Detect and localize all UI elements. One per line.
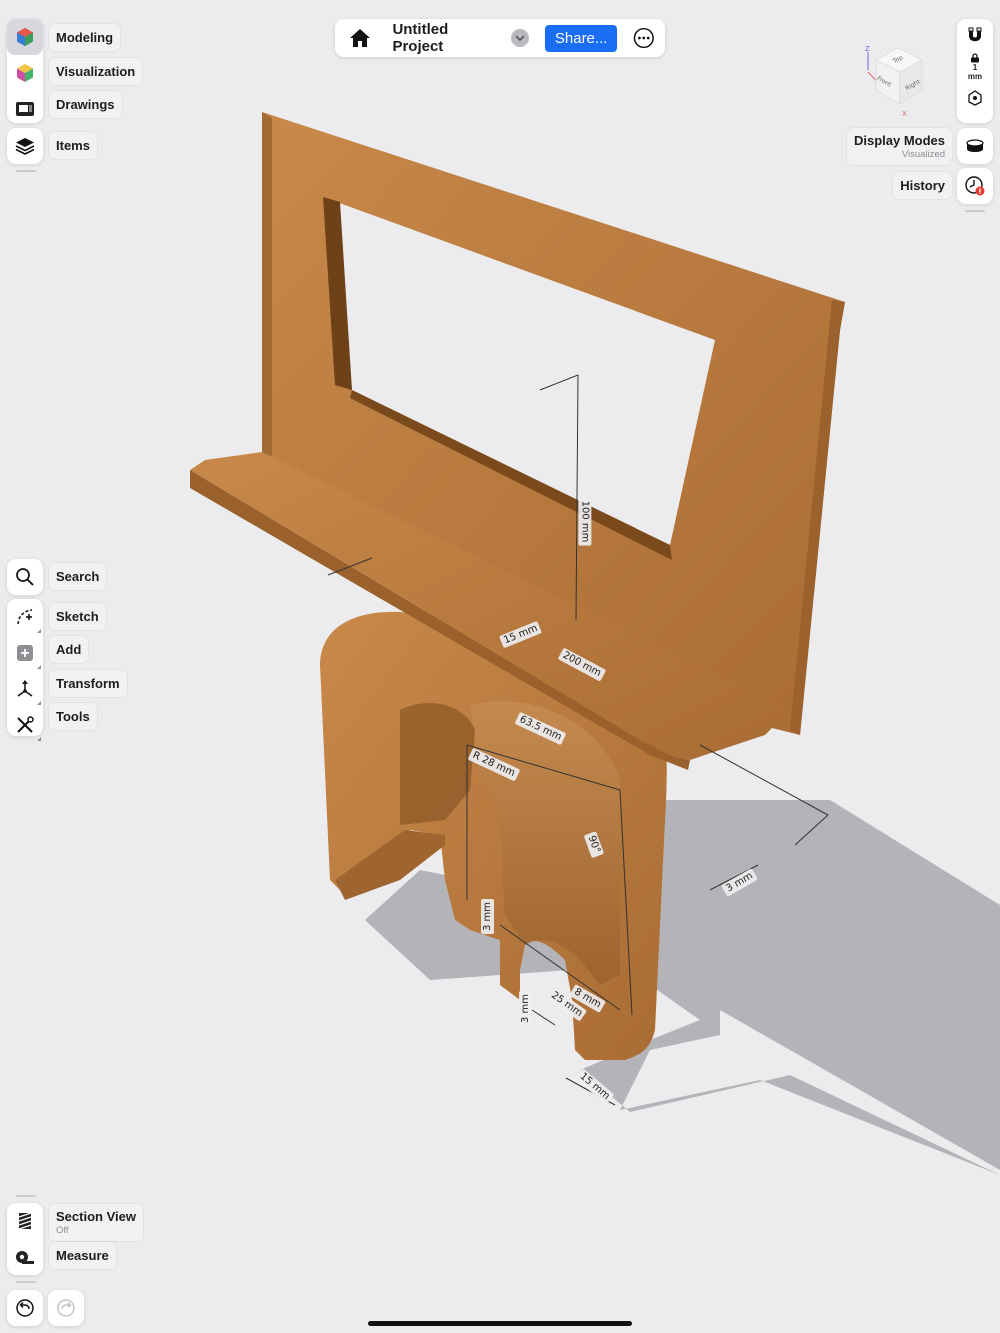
home-indicator [368,1321,632,1326]
chevron-down-icon [515,35,525,41]
transform-label[interactable]: Transform [49,670,127,697]
share-button[interactable]: Share... [544,24,618,52]
tape-measure-icon [16,1251,34,1264]
search-panel [7,559,43,595]
visualization-cube-icon [17,64,33,82]
dimension-label[interactable]: 100 mm [578,497,592,546]
workspace-switcher [7,19,43,123]
view-cube-axis-x: X [902,110,907,118]
left-divider [16,170,36,172]
view-cube-axis-z: Z [865,45,870,53]
section-view-status: Off [56,1225,69,1236]
snap-point-icon[interactable] [966,89,984,107]
history-label[interactable]: History [893,172,952,199]
history-clock-icon [965,176,985,196]
workspace-visualization-label[interactable]: Visualization [49,58,143,85]
home-icon [349,29,370,47]
layers-icon [15,138,35,155]
model-viewport[interactable]: Z X Top Front Right [0,0,1000,1333]
project-title-bar: Untitled Project Share... [335,19,665,57]
transform-icon [17,680,33,697]
dimension-label[interactable]: 3 mm [519,990,533,1027]
inspect-panel [7,1203,43,1275]
display-mode-icon [966,139,984,152]
items-button[interactable] [7,128,43,164]
workspace-visualization-button[interactable] [7,55,43,91]
history-panel [957,168,993,204]
undo-button[interactable] [7,1290,43,1326]
project-title[interactable]: Untitled Project [392,21,501,55]
display-modes-status: Visualized [901,149,945,160]
section-view-icon [18,1212,32,1230]
sketch-label[interactable]: Sketch [49,603,106,630]
magnet-icon[interactable] [965,25,985,45]
tools-button[interactable] [7,707,43,743]
undo-icon [16,1299,34,1317]
right-divider [965,210,985,212]
bottom-left-divider-top [16,1195,36,1197]
dimension-label[interactable]: 3 mm [481,898,495,935]
bottom-left-divider [16,1281,36,1283]
section-view-label: Section View [56,1209,136,1224]
items-label[interactable]: Items [49,132,97,159]
redo-button[interactable] [48,1290,84,1326]
search-icon [16,568,34,586]
drawings-icon [16,102,34,116]
view-cube[interactable]: Z X Top Front Right [865,45,923,118]
grid-size-unit: mm [967,72,983,81]
history-button[interactable] [957,168,993,204]
items-panel [7,128,43,164]
wrench-icon [17,716,34,733]
search-label[interactable]: Search [49,563,107,590]
display-modes-chip[interactable]: Display Modes Visualized [846,128,952,165]
display-modes-panel [957,128,993,164]
section-view-button[interactable] [7,1203,43,1239]
snapping-panel: 1 mm [957,19,993,123]
sketch-icon [17,609,33,625]
tools-label[interactable]: Tools [49,703,97,730]
grid-size-value[interactable]: 1 [973,63,977,72]
add-icon [17,645,33,661]
workspace-drawings-label[interactable]: Drawings [49,91,122,118]
add-button[interactable] [7,635,43,671]
workspace-drawings-button[interactable] [7,91,43,127]
add-label[interactable]: Add [49,636,89,663]
search-button[interactable] [7,559,43,595]
transform-button[interactable] [7,671,43,707]
redo-icon [57,1299,75,1317]
project-menu-button[interactable] [511,29,529,47]
modeling-cube-icon [17,28,33,46]
sketch-button[interactable] [7,599,43,635]
display-modes-button[interactable] [957,128,993,164]
measure-button[interactable] [7,1239,43,1275]
tools-panel [7,599,43,741]
lock-icon [971,53,979,63]
more-options-icon[interactable] [633,27,655,49]
display-modes-label: Display Modes [853,133,945,148]
home-button[interactable] [345,23,374,53]
workspace-modeling-label[interactable]: Modeling [49,24,121,51]
measure-label[interactable]: Measure [49,1242,116,1269]
workspace-modeling-button[interactable] [7,19,43,55]
section-view-chip[interactable]: Section View Off [49,1204,143,1241]
